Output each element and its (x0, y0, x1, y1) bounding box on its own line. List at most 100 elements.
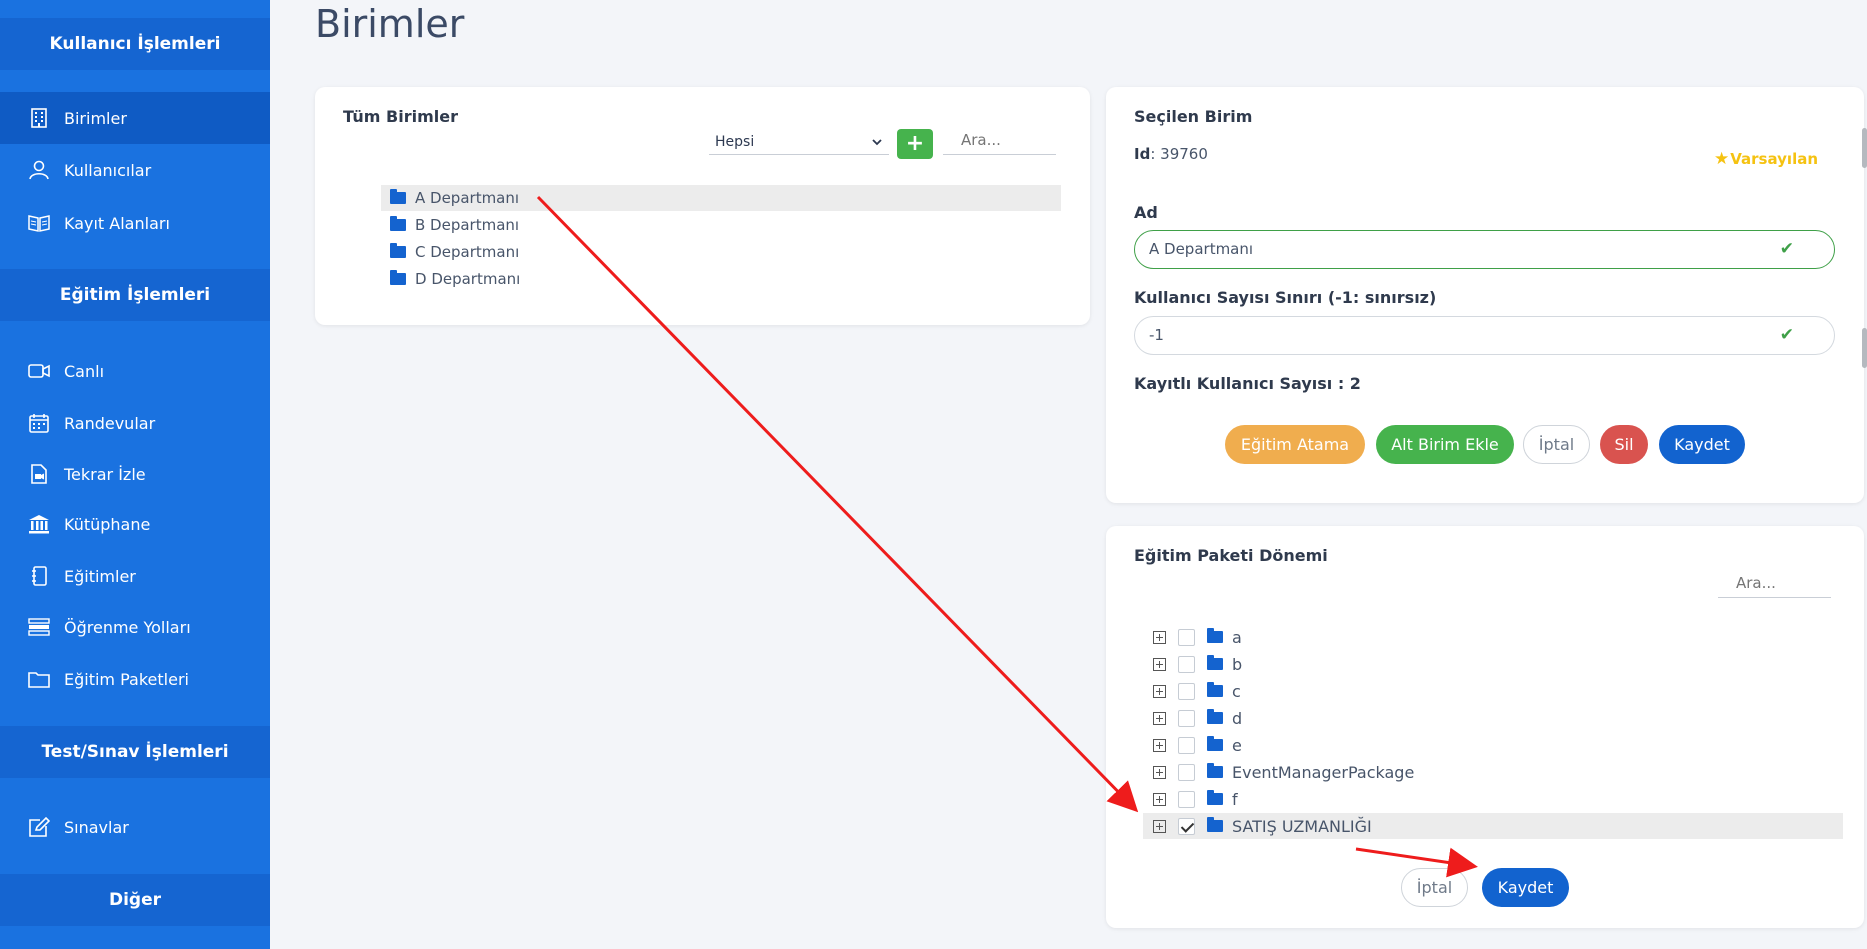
units-card: Tüm Birimler Hepsi + A Departmanı B Depa… (315, 87, 1090, 325)
unit-tree-item[interactable]: C Departmanı (381, 239, 1061, 265)
package-label: a (1232, 627, 1242, 647)
package-checkbox[interactable] (1178, 682, 1195, 700)
units-card-title: Tüm Birimler (343, 107, 458, 126)
folder-icon (1207, 763, 1223, 778)
sidebar-section-test-ops: Test/Sınav İşlemleri (0, 726, 270, 778)
package-label: d (1232, 708, 1243, 728)
expand-icon[interactable] (1153, 765, 1166, 779)
sidebar-item-label: Kütüphane (64, 514, 151, 534)
save-button[interactable]: Kaydet (1659, 425, 1745, 464)
package-tree-item[interactable]: c (1143, 678, 1843, 704)
package-tree-item[interactable]: EventManagerPackage (1143, 759, 1843, 785)
package-checkbox[interactable] (1178, 709, 1195, 727)
selected-unit-title: Seçilen Birim (1134, 107, 1253, 126)
folder-icon (1207, 628, 1223, 643)
sidebar-item-label: Öğrenme Yolları (64, 617, 191, 637)
folder-icon (1207, 736, 1223, 751)
unit-tree-item[interactable]: D Departmanı (381, 266, 1061, 292)
unit-search-input[interactable] (943, 125, 1056, 155)
folder-icon (28, 668, 50, 690)
sidebar-item-tekrar-izle[interactable]: Tekrar İzle (0, 448, 270, 500)
sidebar-item-label: Tekrar İzle (64, 464, 146, 484)
package-checkbox[interactable] (1178, 655, 1195, 673)
default-badge: ★ Varsayılan (1714, 149, 1818, 169)
package-checkbox[interactable] (1178, 763, 1195, 781)
package-label: c (1232, 681, 1241, 701)
sidebar-item-canli[interactable]: Canlı (0, 345, 270, 397)
sidebar-item-label: Kayıt Alanları (64, 213, 170, 233)
unit-tree-item[interactable]: B Departmanı (381, 212, 1061, 238)
folder-icon (390, 243, 406, 258)
building-icon (28, 107, 50, 129)
package-checkbox[interactable] (1178, 817, 1195, 835)
limit-field[interactable]: -1 ✔ (1134, 316, 1835, 355)
expand-icon[interactable] (1153, 819, 1166, 833)
folder-icon (1207, 682, 1223, 697)
package-tree-item[interactable]: b (1143, 651, 1843, 677)
limit-value: -1 (1149, 326, 1164, 344)
unit-tree-label: C Departmanı (415, 243, 520, 261)
package-card-title: Eğitim Paketi Dönemi (1134, 546, 1328, 565)
assign-training-button[interactable]: Eğitim Atama (1225, 425, 1365, 464)
expand-icon[interactable] (1153, 630, 1166, 644)
book-open-icon (28, 212, 50, 234)
registered-count: Kayıtlı Kullanıcı Sayısı : 2 (1134, 374, 1361, 393)
delete-button[interactable]: Sil (1600, 425, 1648, 464)
sidebar-item-randevular[interactable]: Randevular (0, 397, 270, 449)
folder-icon (1207, 709, 1223, 724)
unit-tree-label: B Departmanı (415, 216, 520, 234)
package-label: SATIŞ UZMANLIĞI (1232, 816, 1372, 836)
package-label: f (1232, 789, 1238, 809)
sidebar-item-sinavlar[interactable]: Sınavlar (0, 801, 270, 853)
sidebar-item-egitim-paketleri[interactable]: Eğitim Paketleri (0, 653, 270, 705)
sidebar-item-label: Birimler (64, 108, 127, 128)
scrollbar-thumb[interactable] (1862, 128, 1867, 168)
notebook-icon (28, 565, 50, 587)
add-sub-unit-button[interactable]: Alt Birim Ekle (1376, 425, 1514, 464)
package-save-button[interactable]: Kaydet (1482, 868, 1569, 907)
unit-filter-select[interactable]: Hepsi (709, 129, 889, 155)
package-label: EventManagerPackage (1232, 762, 1415, 782)
package-checkbox[interactable] (1178, 628, 1195, 646)
sidebar-item-kutuphane[interactable]: Kütüphane (0, 498, 270, 550)
sidebar-item-label: Sınavlar (64, 817, 129, 837)
calendar-icon (28, 412, 50, 434)
package-tree-item[interactable]: e (1143, 732, 1843, 758)
expand-icon[interactable] (1153, 711, 1166, 725)
package-cancel-button[interactable]: İptal (1401, 868, 1468, 907)
sidebar-item-label: Randevular (64, 413, 156, 433)
sidebar-item-egitimler[interactable]: Eğitimler (0, 550, 270, 602)
sidebar-item-kullanicilar[interactable]: Kullanıcılar (0, 144, 270, 196)
sidebar-item-label: Eğitimler (64, 566, 136, 586)
users-icon (28, 159, 50, 181)
package-label: b (1232, 654, 1243, 674)
expand-icon[interactable] (1153, 657, 1166, 671)
unit-tree-label: A Departmanı (415, 189, 520, 207)
sidebar-section-training-ops: Eğitim İşlemleri (0, 269, 270, 321)
sidebar-section-other: Diğer (0, 874, 270, 926)
expand-icon[interactable] (1153, 684, 1166, 698)
name-field[interactable]: A Departmanı ✔ (1134, 230, 1835, 269)
unit-tree-item[interactable]: A Departmanı (381, 185, 1061, 211)
package-checkbox[interactable] (1178, 790, 1195, 808)
package-search-input[interactable] (1718, 568, 1831, 598)
sidebar-section-user-ops: Kullanıcı İşlemleri (0, 18, 270, 70)
unit-id: Id: 39760 (1134, 145, 1208, 163)
expand-icon[interactable] (1153, 738, 1166, 752)
package-tree-item[interactable]: d (1143, 705, 1843, 731)
file-video-icon (28, 463, 50, 485)
expand-icon[interactable] (1153, 792, 1166, 806)
package-tree-item[interactable]: f (1143, 786, 1843, 812)
package-tree-item[interactable]: SATIŞ UZMANLIĞI (1143, 813, 1843, 839)
sidebar-item-kayit-alanlari[interactable]: Kayıt Alanları (0, 197, 270, 249)
sidebar-item-birimler[interactable]: Birimler (0, 92, 270, 144)
package-tree-item[interactable]: a (1143, 624, 1843, 650)
add-unit-button[interactable]: + (897, 129, 933, 159)
scrollbar-thumb[interactable] (1862, 328, 1867, 368)
cancel-button[interactable]: İptal (1523, 425, 1590, 464)
folder-icon (1207, 790, 1223, 805)
check-icon: ✔ (1779, 325, 1794, 345)
sidebar-item-ogrenme-yollari[interactable]: Öğrenme Yolları (0, 601, 270, 653)
limit-label: Kullanıcı Sayısı Sınırı (-1: sınırsız) (1134, 288, 1437, 307)
package-checkbox[interactable] (1178, 736, 1195, 754)
